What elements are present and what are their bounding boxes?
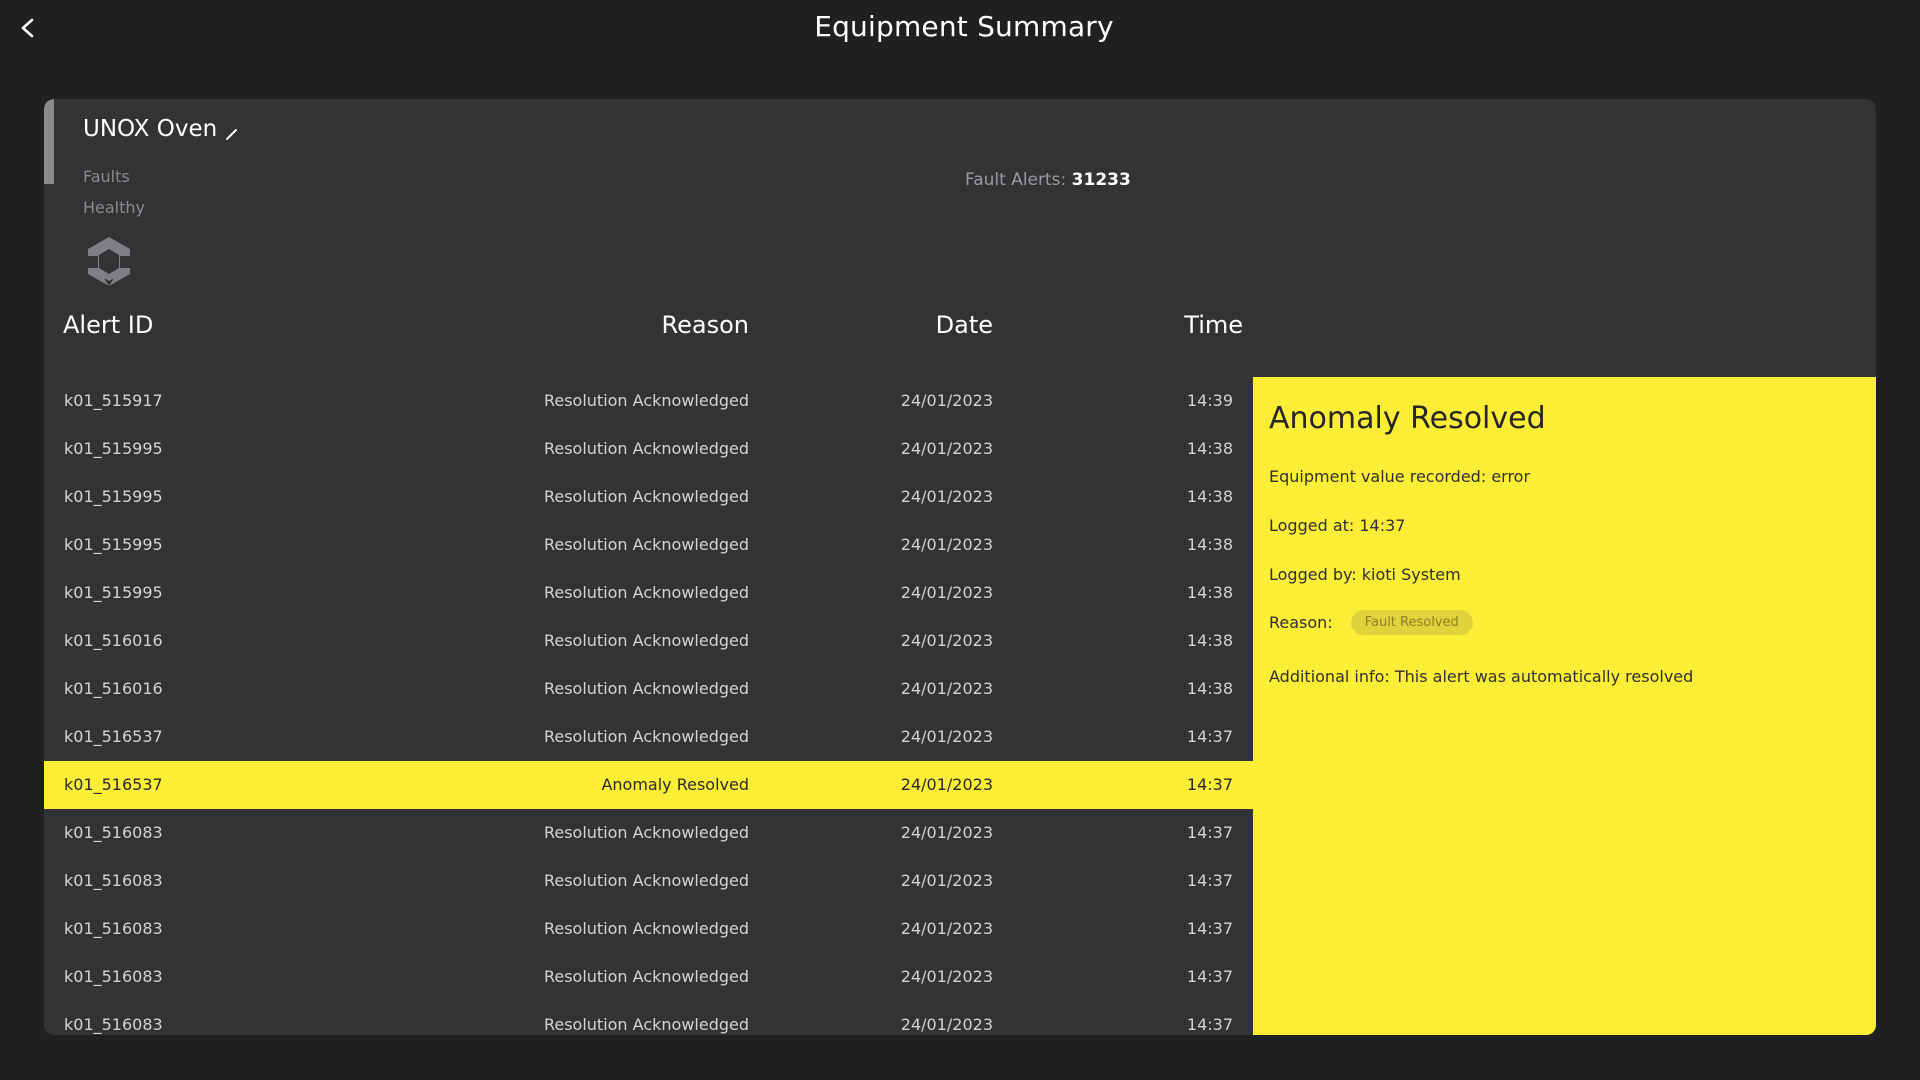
cell-date: 24/01/2023 (900, 823, 993, 842)
table-row-selected[interactable]: k01_516537 Anomaly Resolved 24/01/2023 1… (44, 761, 1253, 809)
fault-alerts-counter: Fault Alerts: 31233 (965, 170, 1131, 186)
cell-time: 14:38 (1186, 439, 1233, 458)
cell-date: 24/01/2023 (900, 487, 993, 506)
cell-alert-id: k01_516016 (64, 631, 163, 650)
cell-date: 24/01/2023 (900, 967, 993, 986)
pencil-icon[interactable] (225, 127, 239, 141)
table-row[interactable]: k01_515995 Resolution Acknowledged 24/01… (44, 473, 1253, 521)
cell-date: 24/01/2023 (900, 391, 993, 410)
cell-alert-id: k01_516083 (64, 967, 163, 986)
cell-date: 24/01/2023 (900, 1015, 993, 1034)
cell-date: 24/01/2023 (900, 439, 993, 458)
cell-reason: Resolution Acknowledged (543, 679, 749, 698)
cell-date: 24/01/2023 (900, 871, 993, 890)
cell-reason: Resolution Acknowledged (543, 439, 749, 458)
cell-reason: Resolution Acknowledged (543, 823, 749, 842)
cell-time: 14:37 (1186, 727, 1233, 746)
equipment-name: UNOX Oven (83, 116, 218, 142)
cell-date: 24/01/2023 (900, 727, 993, 746)
cell-time: 14:39 (1186, 391, 1233, 410)
detail-reason-row: Reason: Fault Resolved (1269, 610, 1473, 635)
reason-chip: Fault Resolved (1350, 610, 1473, 635)
table-row[interactable]: k01_515995 Resolution Acknowledged 24/01… (44, 521, 1253, 569)
equipment-card: UNOX Oven Faults Healthy Fault Alerts: 3… (44, 99, 1876, 1035)
cell-reason: Resolution Acknowledged (543, 967, 749, 986)
cell-alert-id: k01_516537 (64, 727, 163, 746)
equipment-title: UNOX Oven (83, 116, 239, 142)
status-label: Healthy (83, 198, 146, 217)
table-row[interactable]: k01_516083 Resolution Acknowledged 24/01… (44, 857, 1253, 905)
table-row[interactable]: k01_516083 Resolution Acknowledged 24/01… (44, 1001, 1253, 1035)
detail-reason-label: Reason: (1269, 613, 1333, 632)
table-row[interactable]: k01_516016 Resolution Acknowledged 24/01… (44, 617, 1253, 665)
cell-reason: Resolution Acknowledged (543, 487, 749, 506)
cell-time: 14:38 (1186, 535, 1233, 554)
faults-label: Faults (83, 167, 130, 186)
cell-alert-id: k01_515995 (64, 487, 163, 506)
cell-date: 24/01/2023 (900, 583, 993, 602)
card-accent-bar (44, 99, 54, 184)
fault-alerts-label: Fault Alerts: (965, 170, 1072, 186)
detail-logged-by: Logged by: kioti System (1269, 565, 1461, 584)
table-row[interactable]: k01_515995 Resolution Acknowledged 24/01… (44, 425, 1253, 473)
cell-alert-id: k01_515995 (64, 439, 163, 458)
cell-alert-id: k01_515995 (64, 583, 163, 602)
hexagon-logo-icon (88, 237, 130, 286)
cell-alert-id: k01_516537 (64, 775, 163, 794)
cell-reason: Resolution Acknowledged (543, 631, 749, 650)
detail-title: Anomaly Resolved (1269, 401, 1546, 436)
table-row[interactable]: k01_515995 Resolution Acknowledged 24/01… (44, 569, 1253, 617)
cell-date: 24/01/2023 (900, 679, 993, 698)
cell-time: 14:37 (1186, 919, 1233, 938)
cell-alert-id: k01_516083 (64, 919, 163, 938)
cell-reason: Resolution Acknowledged (543, 919, 749, 938)
cell-alert-id: k01_515917 (64, 391, 163, 410)
header-date[interactable]: Date (936, 311, 993, 339)
fault-alerts-count: 31233 (1071, 170, 1131, 186)
table-row[interactable]: k01_516083 Resolution Acknowledged 24/01… (44, 809, 1253, 857)
cell-time: 14:38 (1186, 679, 1233, 698)
cell-alert-id: k01_516083 (64, 1015, 163, 1034)
cell-alert-id: k01_516083 (64, 871, 163, 890)
table-row[interactable]: k01_516016 Resolution Acknowledged 24/01… (44, 665, 1253, 713)
cell-date: 24/01/2023 (900, 775, 993, 794)
cell-alert-id: k01_516083 (64, 823, 163, 842)
cell-alert-id: k01_515995 (64, 535, 163, 554)
top-bar: Equipment Summary (0, 0, 1920, 60)
table-row[interactable]: k01_516083 Resolution Acknowledged 24/01… (44, 905, 1253, 953)
detail-logged-at: Logged at: 14:37 (1269, 516, 1406, 535)
cell-time: 14:38 (1186, 583, 1233, 602)
alert-detail-panel: Anomaly Resolved Equipment value recorde… (1253, 377, 1876, 1035)
cell-reason: Resolution Acknowledged (543, 391, 749, 410)
cell-date: 24/01/2023 (900, 535, 993, 554)
header-alert-id[interactable]: Alert ID (63, 311, 153, 339)
cell-time: 14:37 (1186, 823, 1233, 842)
header-reason[interactable]: Reason (662, 311, 749, 339)
cell-reason: Resolution Acknowledged (543, 583, 749, 602)
table-header: Alert ID Reason Date Time (44, 307, 1253, 347)
table-row[interactable]: k01_516083 Resolution Acknowledged 24/01… (44, 953, 1253, 1001)
detail-additional-info: Additional info: This alert was automati… (1269, 667, 1694, 686)
cell-date: 24/01/2023 (900, 919, 993, 938)
cell-reason: Resolution Acknowledged (543, 535, 749, 554)
cell-time: 14:37 (1186, 1015, 1233, 1034)
detail-value-line: Equipment value recorded: error (1269, 467, 1531, 486)
cell-time: 14:38 (1186, 631, 1233, 650)
table-row[interactable]: k01_516537 Resolution Acknowledged 24/01… (44, 713, 1253, 761)
cell-reason: Resolution Acknowledged (543, 1015, 749, 1034)
cell-time: 14:37 (1186, 775, 1233, 794)
cell-reason: Anomaly Resolved (601, 775, 749, 794)
cell-reason: Resolution Acknowledged (543, 871, 749, 890)
table-row[interactable]: k01_515917 Resolution Acknowledged 24/01… (44, 377, 1253, 425)
cell-time: 14:38 (1186, 487, 1233, 506)
cell-time: 14:37 (1186, 871, 1233, 890)
alerts-table-body: k01_515917 Resolution Acknowledged 24/01… (44, 377, 1253, 1035)
cell-reason: Resolution Acknowledged (543, 727, 749, 746)
header-time[interactable]: Time (1184, 311, 1243, 339)
cell-time: 14:37 (1186, 967, 1233, 986)
cell-alert-id: k01_516016 (64, 679, 163, 698)
page-title: Equipment Summary (814, 10, 1114, 43)
cell-date: 24/01/2023 (900, 631, 993, 650)
